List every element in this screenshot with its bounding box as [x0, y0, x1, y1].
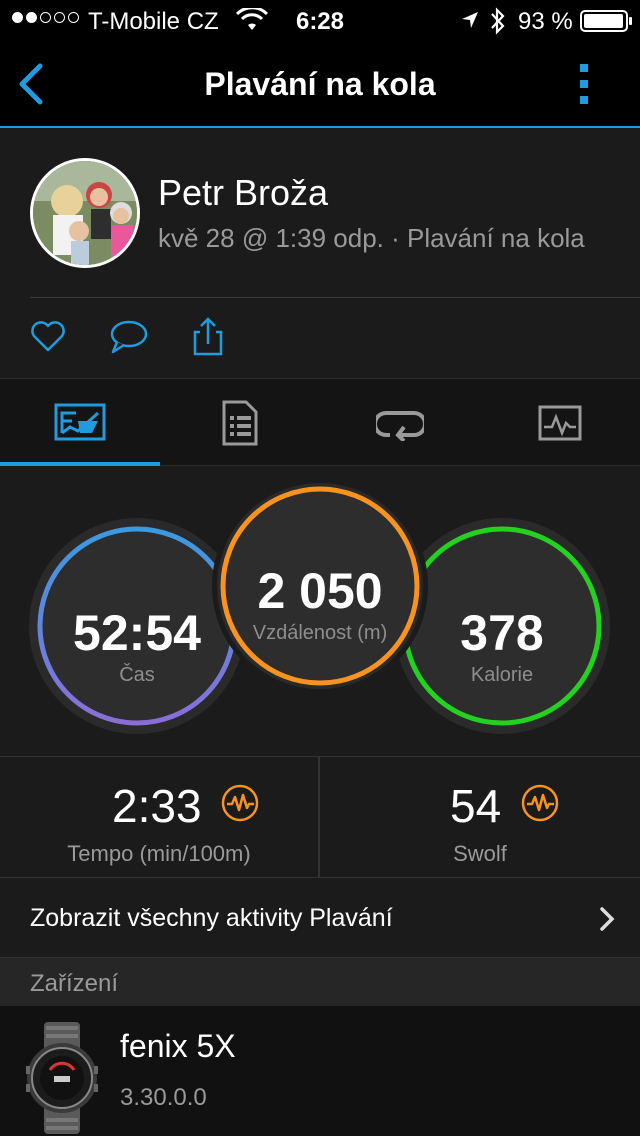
- user-name[interactable]: Petr Broža: [158, 172, 328, 214]
- bluetooth-icon: [491, 7, 505, 35]
- pulse-icon[interactable]: [220, 783, 260, 823]
- calories-value: 378: [460, 605, 544, 661]
- activity-header: Petr Broža kvě 28 @ 1:39 odp. · Plavání …: [0, 130, 640, 378]
- tab-details[interactable]: [160, 379, 320, 467]
- summary-rings: 52:54 Čas 2 050 Vzdálenost (m) 378 Kalor…: [0, 466, 640, 756]
- device-name: fenix 5X: [120, 1028, 236, 1064]
- tab-bar: [0, 378, 640, 466]
- more-options-button[interactable]: [566, 60, 602, 108]
- all-activities-label: Zobrazit všechny aktivity Plavání: [30, 904, 393, 932]
- chevron-right-icon: [600, 907, 615, 931]
- devices-section-title: Zařízení: [30, 970, 119, 997]
- devices-section-header: Zařízení: [0, 958, 640, 1006]
- device-version: 3.30.0.0: [120, 1084, 207, 1111]
- share-icon[interactable]: [188, 316, 228, 356]
- all-activities-link[interactable]: Zobrazit všechny aktivity Plavání: [0, 878, 640, 958]
- divider: [30, 297, 640, 298]
- watch-image: [26, 1022, 98, 1134]
- time-value: 52:54: [73, 605, 201, 661]
- pace-value: 2:33: [112, 780, 202, 832]
- swolf-label: Swolf: [453, 841, 507, 866]
- tab-overview[interactable]: [0, 379, 160, 467]
- details-icon: [222, 400, 258, 446]
- avatar[interactable]: [30, 158, 140, 268]
- time-label: Čas: [119, 664, 155, 686]
- tab-charts[interactable]: [480, 379, 640, 467]
- pulse-icon[interactable]: [520, 783, 560, 823]
- distance-value: 2 050: [257, 563, 383, 619]
- page-title: Plavání na kola: [204, 66, 436, 102]
- overview-icon: [54, 403, 106, 441]
- battery-percent: 93 %: [518, 8, 573, 35]
- tab-laps[interactable]: [320, 379, 480, 467]
- laps-icon: [376, 411, 424, 441]
- activity-meta: kvě 28 @ 1:39 odp. · Plavání na kola: [158, 223, 585, 253]
- charts-icon: [538, 405, 582, 441]
- calories-label: Kalorie: [470, 664, 534, 686]
- comment-icon[interactable]: [108, 316, 148, 356]
- stats-row: 2:33 Tempo (min/100m) 54 Swolf: [0, 756, 640, 879]
- swolf-value: 54: [450, 780, 502, 832]
- status-bar: T-Mobile CZ 6:28 93 %: [0, 0, 640, 40]
- distance-label: Vzdálenost (m): [252, 622, 388, 644]
- location-arrow-icon: [462, 12, 478, 28]
- device-row[interactable]: fenix 5X 3.30.0.0: [0, 1006, 640, 1136]
- battery-icon: [580, 10, 632, 32]
- nav-bar: Plavání na kola: [0, 40, 640, 128]
- pace-label: Tempo (min/100m): [67, 841, 251, 866]
- heart-icon[interactable]: [28, 316, 68, 356]
